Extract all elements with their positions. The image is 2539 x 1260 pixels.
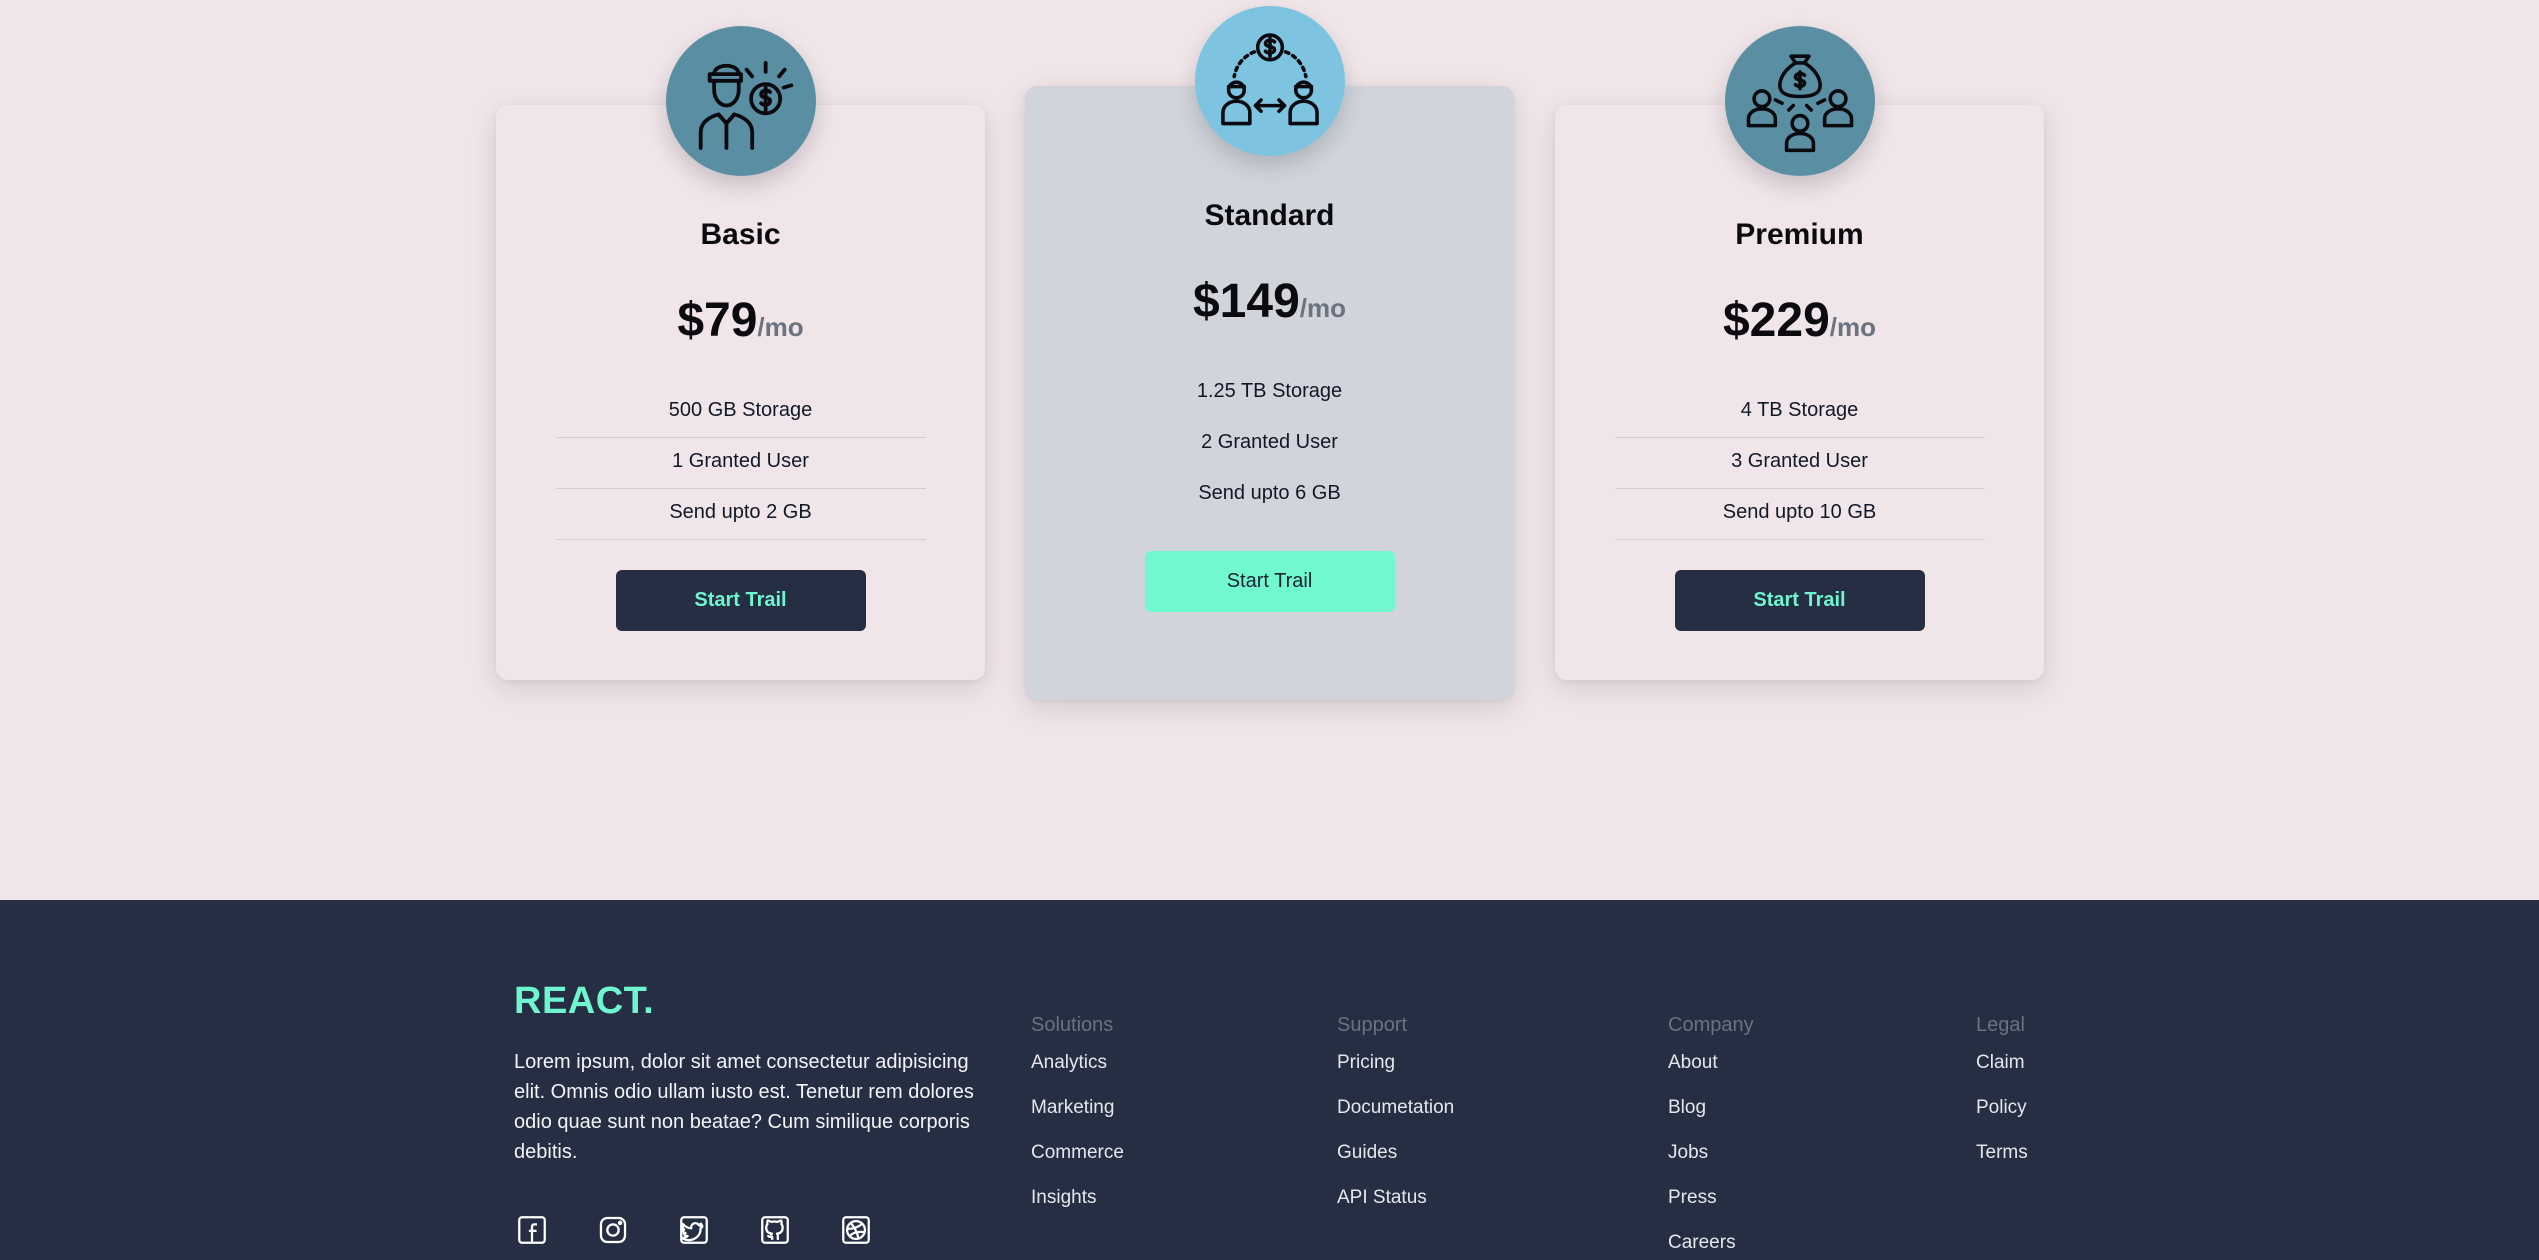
- footer-logo[interactable]: REACT.: [514, 980, 654, 1023]
- price-period: /mo: [1829, 312, 1876, 342]
- footer-description: Lorem ipsum, dolor sit amet consectetur …: [514, 1051, 974, 1163]
- footer-link-documentation[interactable]: Documetation: [1337, 1097, 1454, 1118]
- feature-item: Send upto 6 GB: [1198, 482, 1341, 504]
- feature-item: 1 Granted User: [555, 438, 926, 489]
- footer-link-press[interactable]: Press: [1668, 1187, 1717, 1208]
- footer-column-legal: Legal Claim Policy Terms: [1976, 1014, 2028, 1186]
- price-amount: $229: [1722, 294, 1830, 347]
- pricing-card-standard: Standard $149/mo 1.25 TB Storage 2 Grant…: [1025, 6, 1514, 700]
- plan-price: $149/mo: [1025, 274, 1514, 329]
- money-bag-group-icon: [1746, 54, 1853, 153]
- github-icon[interactable]: [757, 1212, 792, 1247]
- footer-link-terms[interactable]: Terms: [1976, 1142, 2028, 1163]
- footer-link-careers[interactable]: Careers: [1668, 1232, 1736, 1253]
- plan-avatar: [1724, 26, 1875, 176]
- start-trial-button-premium[interactable]: Start Trail: [1674, 570, 1925, 631]
- price-period: /mo: [1299, 293, 1346, 323]
- plan-name: Standard: [1204, 199, 1335, 232]
- feature-list: 1.25 TB Storage 2 Granted User Send upto…: [1025, 368, 1514, 521]
- footer-column-title: Solutions: [1031, 1014, 1114, 1036]
- site-footer: REACT. Lorem ipsum, dolor sit amet conse…: [0, 900, 2539, 1260]
- price-amount: $79: [677, 294, 758, 347]
- plan-price: $229/mo: [1555, 293, 2044, 348]
- footer-column-solutions: Solutions Analytics Marketing Commerce I…: [1031, 1014, 1124, 1231]
- price-amount: $149: [1192, 275, 1300, 328]
- footer-link-marketing[interactable]: Marketing: [1031, 1097, 1114, 1118]
- footer-link-pricing[interactable]: Pricing: [1337, 1052, 1395, 1073]
- footer-link-analytics[interactable]: Analytics: [1031, 1052, 1107, 1073]
- feature-item: 3 Granted User: [1614, 438, 1985, 489]
- feature-list: 4 TB Storage 3 Granted User Send upto 10…: [1555, 387, 2044, 540]
- price-period: /mo: [757, 312, 804, 342]
- footer-link-guides[interactable]: Guides: [1337, 1142, 1397, 1163]
- plan-name: Basic: [700, 218, 781, 251]
- pricing-card-premium: Premium $229/mo 4 TB Storage 3 Granted U…: [1555, 26, 2044, 680]
- footer-link-commerce[interactable]: Commerce: [1031, 1142, 1124, 1163]
- plan-name: Premium: [1735, 218, 1864, 251]
- footer-link-claim[interactable]: Claim: [1976, 1052, 2025, 1073]
- money-transfer-icon: [1220, 33, 1319, 126]
- footer-column-title: Support: [1337, 1014, 1408, 1036]
- social-links: [514, 1212, 873, 1247]
- footer-link-blog[interactable]: Blog: [1668, 1097, 1706, 1118]
- instagram-icon[interactable]: [595, 1212, 630, 1247]
- footer-column-title: Legal: [1976, 1014, 2025, 1036]
- footer-column-title: Company: [1668, 1014, 1754, 1036]
- footer-column-support: Support Pricing Documetation Guides API …: [1337, 1014, 1454, 1231]
- footer-link-policy[interactable]: Policy: [1976, 1097, 2027, 1118]
- plan-avatar: [665, 26, 816, 176]
- plan-avatar: [1194, 6, 1345, 156]
- feature-item: 500 GB Storage: [555, 387, 926, 438]
- footer-column-company: Company About Blog Jobs Press Careers: [1668, 1014, 1754, 1260]
- footer-link-api-status[interactable]: API Status: [1337, 1187, 1427, 1208]
- pricing-section: Basic $79/mo 500 GB Storage 1 Granted Us…: [0, 0, 2539, 900]
- dribbble-icon[interactable]: [838, 1212, 873, 1247]
- feature-item: 1.25 TB Storage: [1196, 380, 1343, 402]
- feature-item: 2 Granted User: [1201, 431, 1338, 453]
- twitter-icon[interactable]: [676, 1212, 711, 1247]
- footer-link-about[interactable]: About: [1668, 1052, 1718, 1073]
- plan-price: $79/mo: [496, 293, 985, 348]
- footer-link-insights[interactable]: Insights: [1031, 1187, 1096, 1208]
- start-trial-button-standard[interactable]: Start Trail: [1144, 551, 1395, 612]
- salesman-dollar-icon: [698, 61, 793, 150]
- footer-link-jobs[interactable]: Jobs: [1668, 1142, 1708, 1163]
- start-trial-button-basic[interactable]: Start Trail: [615, 570, 866, 631]
- feature-list: 500 GB Storage 1 Granted User Send upto …: [496, 387, 985, 540]
- facebook-icon[interactable]: [514, 1212, 549, 1247]
- pricing-card-basic: Basic $79/mo 500 GB Storage 1 Granted Us…: [496, 26, 985, 680]
- feature-item: Send upto 2 GB: [555, 489, 926, 540]
- feature-item: 4 TB Storage: [1614, 387, 1985, 438]
- feature-item: Send upto 10 GB: [1614, 489, 1985, 540]
